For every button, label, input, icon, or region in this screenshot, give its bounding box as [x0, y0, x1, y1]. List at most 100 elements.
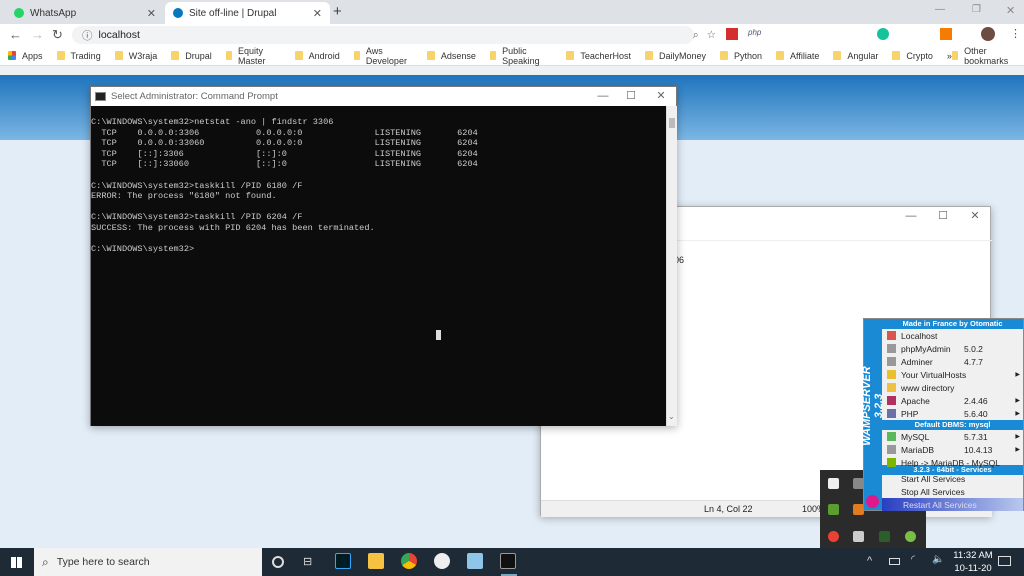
slack-icon[interactable]: [853, 531, 864, 542]
menu-item-label: MySQL: [901, 431, 930, 442]
bookmark-item[interactable]: Public Speaking: [489, 45, 553, 66]
menu-item-start-all-services[interactable]: Start All Services: [882, 472, 1023, 485]
whatsapp-icon: [14, 8, 24, 18]
cursor-position: Ln 4, Col 22: [704, 504, 753, 514]
new-tab-button[interactable]: +: [333, 3, 342, 20]
cmd-icon[interactable]: [500, 553, 516, 569]
scroll-down-icon[interactable]: ⌄: [668, 412, 675, 421]
utorrent-icon[interactable]: [905, 531, 916, 542]
close-tab-icon[interactable]: ✕: [147, 7, 156, 20]
battery-icon[interactable]: [889, 558, 900, 565]
restore-button[interactable]: ❐: [972, 4, 981, 15]
search-placeholder: Type here to search: [56, 556, 150, 568]
bookmark-apps[interactable]: Apps: [8, 51, 43, 61]
defender-icon[interactable]: [828, 478, 839, 489]
menu-item-mariadb[interactable]: MariaDB 10.4.13 ▶: [882, 443, 1023, 456]
maximize-button[interactable]: ☐: [617, 87, 645, 106]
extension-icon[interactable]: [940, 28, 952, 40]
slack-icon[interactable]: [434, 553, 450, 569]
bookmark-label: Equity Master: [237, 45, 266, 66]
bookmark-label: Public Speaking: [502, 45, 540, 66]
bookmark-item[interactable]: Aws Developer: [353, 46, 413, 66]
minimize-button[interactable]: —: [897, 207, 925, 226]
reload-icon[interactable]: ↻: [52, 27, 63, 43]
bookmark-item[interactable]: Trading: [56, 51, 101, 61]
back-icon[interactable]: ←: [9, 27, 22, 42]
bookmark-item[interactable]: W3raja: [114, 51, 157, 61]
taskbar-search[interactable]: ⌕ Type here to search: [34, 548, 262, 576]
menu-item-mysql[interactable]: MySQL 5.7.31 ▶: [882, 430, 1023, 443]
menu-item-adminer[interactable]: Adminer 4.7.7: [882, 355, 1023, 368]
menu-item-phpmyadmin[interactable]: phpMyAdmin 5.0.2: [882, 342, 1023, 355]
console-line: C:\WINDOWS\system32>netstat -ano | finds…: [91, 117, 334, 127]
scrollbar[interactable]: ⌄: [666, 106, 677, 426]
folder-icon: [566, 51, 575, 60]
close-button[interactable]: ✕: [647, 87, 675, 106]
task-view-icon[interactable]: ⊟: [303, 555, 312, 568]
chrome-icon[interactable]: [401, 553, 417, 569]
bookmark-item[interactable]: Crypto: [892, 51, 933, 61]
cortana-icon[interactable]: [272, 556, 284, 568]
bookmark-item[interactable]: Python: [719, 51, 762, 61]
php-extension-icon[interactable]: php: [748, 28, 761, 37]
menu-item-stop-all-services[interactable]: Stop All Services: [882, 485, 1023, 498]
minimize-button[interactable]: —: [935, 4, 945, 15]
chrome-icon[interactable]: [828, 531, 839, 542]
zoom-icon[interactable]: ⌕: [693, 29, 699, 42]
tray-app-icon[interactable]: [828, 504, 839, 515]
bookmark-item[interactable]: Drupal: [171, 51, 212, 61]
grammarly-icon[interactable]: [877, 28, 889, 40]
show-hidden-icons-icon[interactable]: ^: [867, 555, 872, 567]
bookmark-item[interactable]: DailyMoney: [644, 50, 706, 61]
notifications-icon[interactable]: [998, 556, 1011, 566]
menu-item-php[interactable]: PHP 5.6.40 ▶: [882, 407, 1023, 420]
bookmark-item[interactable]: Affiliate: [776, 51, 819, 61]
maximize-button[interactable]: ☐: [929, 207, 957, 226]
tab-drupal[interactable]: Site off-line | Drupal ✕: [165, 2, 330, 24]
extension-icon[interactable]: [726, 28, 738, 40]
menu-item-label: www directory: [901, 382, 955, 393]
bookmark-item[interactable]: Adsense: [426, 51, 476, 61]
command-prompt-window[interactable]: Select Administrator: Command Prompt — ☐…: [90, 86, 677, 426]
close-button[interactable]: ✕: [961, 207, 989, 226]
bookmark-item[interactable]: Angular: [833, 51, 878, 61]
volume-icon[interactable]: 🔈: [932, 554, 944, 565]
star-icon[interactable]: ☆: [707, 29, 716, 41]
menu-item-localhost[interactable]: Localhost: [882, 329, 1023, 342]
menu-item-www-directory[interactable]: www directory: [882, 381, 1023, 394]
close-window-button[interactable]: ✕: [1006, 4, 1015, 17]
bookmark-item[interactable]: Equity Master: [225, 45, 281, 66]
notepad-icon[interactable]: [467, 553, 483, 569]
wampserver-menu: WAMPSERVER 3.2.3 Made in France by Otoma…: [861, 318, 1024, 511]
tab-whatsapp[interactable]: WhatsApp ✕: [6, 2, 164, 24]
bookmark-label: Other bookmarks: [964, 45, 1009, 66]
photoshop-icon[interactable]: [335, 553, 351, 569]
forward-icon[interactable]: →: [31, 27, 44, 42]
menu-icon[interactable]: ⋮: [1010, 27, 1021, 40]
other-bookmarks[interactable]: Other bookmarks: [951, 45, 1018, 66]
wifi-icon[interactable]: ◜: [911, 554, 915, 565]
bookmark-item[interactable]: Android: [294, 51, 340, 61]
tab-label: WhatsApp: [30, 7, 77, 19]
menu-item-label: phpMyAdmin: [901, 343, 951, 354]
file-explorer-icon[interactable]: [368, 553, 384, 569]
windows-start-icon[interactable]: [11, 557, 22, 568]
close-tab-icon[interactable]: ✕: [313, 7, 322, 20]
console-output[interactable]: C:\WINDOWS\system32>netstat -ano | finds…: [91, 106, 666, 426]
folder-icon: [833, 51, 842, 60]
clock[interactable]: 11:32 AM 10-11-20: [952, 550, 994, 574]
submenu-arrow-icon: ▶: [1015, 411, 1020, 417]
console-line: TCP [::]:33060 [::]:0 LISTENING 6204: [91, 159, 478, 170]
menu-item-help-mariadb-mysql[interactable]: Help -> MariaDB - MySQL: [882, 456, 1023, 469]
address-bar[interactable]: ⓘ localhost ⌕ ☆: [72, 26, 716, 44]
scroll-thumb[interactable]: [669, 118, 675, 128]
menu-item-apache[interactable]: Apache 2.4.46 ▶: [882, 394, 1023, 407]
folder-icon: [951, 51, 959, 60]
bookmark-label: DailyMoney: [658, 50, 706, 61]
menu-item-your-virtualhosts[interactable]: Your VirtualHosts ▶: [882, 368, 1023, 381]
minimize-button[interactable]: —: [589, 87, 617, 106]
nvidia-icon[interactable]: [879, 531, 890, 542]
menu-item-restart-all-services[interactable]: Restart All Services: [882, 498, 1023, 511]
avatar[interactable]: [981, 27, 995, 41]
bookmark-item[interactable]: TeacherHost: [566, 51, 631, 61]
